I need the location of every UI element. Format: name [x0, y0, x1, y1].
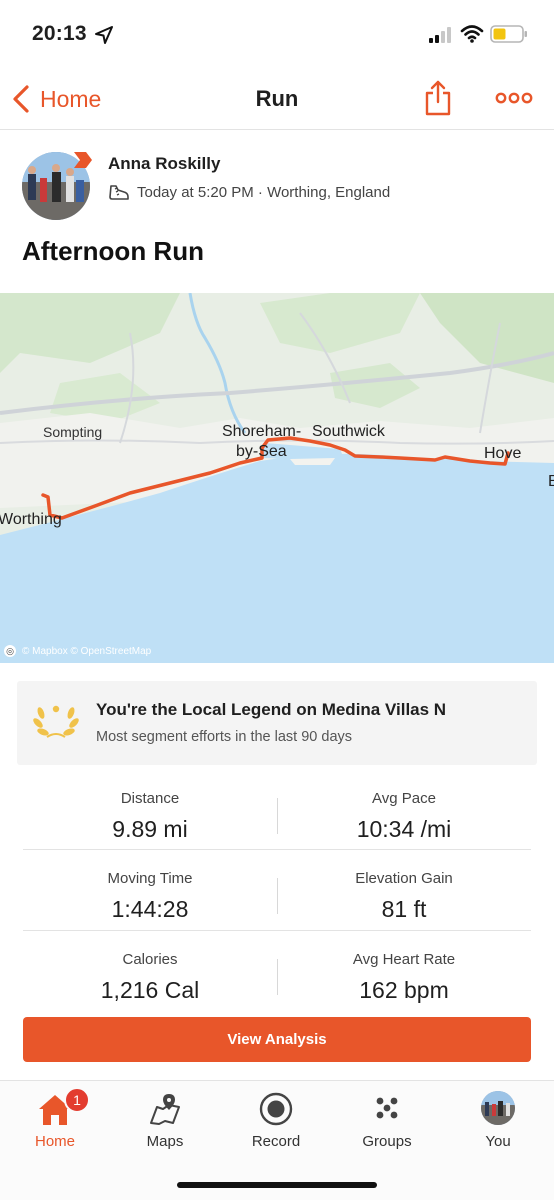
more-icon[interactable]	[494, 86, 534, 110]
map-label-hove: Hove	[484, 445, 522, 462]
run-shoe-icon	[109, 185, 129, 200]
stat-value: 81 ft	[381, 896, 427, 922]
map-label-worthing: Worthing	[0, 511, 62, 528]
stat-calories: Calories 1,216 Cal	[23, 937, 277, 1017]
row-divider	[23, 930, 531, 931]
stats-row: Moving Time 1:44:28 Elevation Gain 81 ft	[23, 856, 531, 936]
map-label-by-sea: by-Sea	[236, 443, 287, 460]
notification-badge: 1	[64, 1087, 90, 1113]
location-arrow-icon	[95, 26, 113, 44]
map-label-edge: B	[548, 473, 554, 490]
map-attribution-text: © Mapbox © OpenStreetMap	[22, 645, 152, 657]
stat-value: 1,216 Cal	[100, 977, 200, 1003]
stat-distance: Distance 9.89 mi	[23, 776, 277, 856]
stat-value: 10:34 /mi	[356, 816, 452, 842]
tab-you[interactable]: You	[443, 1081, 553, 1165]
view-analysis-button[interactable]: View Analysis	[23, 1017, 531, 1062]
map-label-sompting: Sompting	[43, 424, 103, 440]
map-attribution[interactable]: ◎ © Mapbox © OpenStreetMap	[4, 645, 151, 657]
activity-title: Afternoon Run	[22, 236, 204, 266]
activity-meta: Today at 5:20 PM · Worthing, England	[137, 184, 391, 201]
nav-bar: Home Run	[0, 68, 554, 130]
laurel-icon	[33, 705, 79, 738]
battery-icon	[490, 25, 527, 43]
map-canvas	[0, 293, 554, 663]
stats-row: Calories 1,216 Cal Avg Heart Rate 162 bp…	[23, 937, 531, 1017]
tab-label: Groups	[362, 1133, 412, 1150]
stat-label: Elevation Gain	[355, 870, 453, 887]
stat-value: 162 bpm	[359, 977, 449, 1003]
local-legend-subtitle: Most segment efforts in the last 90 days	[96, 729, 353, 745]
stat-label: Moving Time	[107, 870, 193, 887]
athlete-name[interactable]: Anna Roskilly	[108, 154, 220, 174]
status-bar: 20:13	[0, 0, 554, 68]
stat-label: Distance	[120, 790, 180, 807]
share-icon[interactable]	[424, 80, 452, 116]
home-indicator	[177, 1182, 377, 1188]
tab-groups[interactable]: Groups	[332, 1081, 442, 1165]
tab-record[interactable]: Record	[221, 1081, 331, 1165]
record-icon	[259, 1092, 293, 1126]
tab-label: You	[485, 1133, 511, 1150]
cellular-signal-icon	[429, 27, 451, 43]
stat-value: 1:44:28	[111, 896, 189, 922]
stat-label: Avg Heart Rate	[352, 951, 456, 968]
stat-elevation-gain: Elevation Gain 81 ft	[277, 856, 531, 936]
mapbox-logo-icon: ◎	[4, 645, 16, 657]
stat-label: Calories	[122, 951, 178, 968]
stat-avg-heart-rate: Avg Heart Rate 162 bpm	[277, 937, 531, 1017]
tab-home[interactable]: 1 Home	[0, 1081, 110, 1165]
map-label-shoreham: Shoreham-	[222, 423, 302, 440]
groups-icon	[376, 1097, 398, 1119]
stats-row: Distance 9.89 mi Avg Pace 10:34 /mi	[23, 776, 531, 856]
tab-maps[interactable]: Maps	[110, 1081, 220, 1165]
page-title: Run	[255, 86, 299, 111]
map-label-southwick: Southwick	[312, 423, 385, 440]
tab-label: Record	[251, 1133, 301, 1150]
tab-label: Home	[34, 1133, 75, 1150]
status-time: 20:13	[32, 22, 87, 45]
local-legend-card[interactable]: You're the Local Legend on Medina Villas…	[17, 681, 537, 765]
stat-value: 9.89 mi	[112, 816, 188, 842]
tab-label: Maps	[146, 1133, 184, 1150]
row-divider	[23, 849, 531, 850]
local-legend-title: You're the Local Legend on Medina Villas…	[96, 700, 447, 719]
maps-icon	[150, 1094, 180, 1125]
stat-moving-time: Moving Time 1:44:28	[23, 856, 277, 936]
stat-label: Avg Pace	[372, 790, 436, 807]
stat-avg-pace: Avg Pace 10:34 /mi	[277, 776, 531, 856]
route-map[interactable]: Sompting Shoreham- by-Sea Southwick Hove…	[0, 293, 554, 663]
wifi-icon	[460, 25, 484, 43]
profile-avatar	[481, 1091, 515, 1125]
strava-badge-icon	[74, 152, 92, 168]
